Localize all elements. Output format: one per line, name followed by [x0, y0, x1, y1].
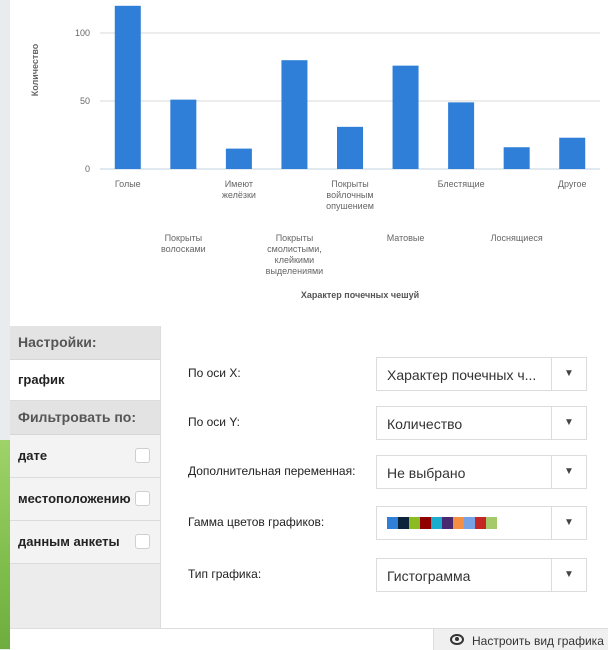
x-axis-row: По оси X: Характер почечных ч... ▼	[188, 357, 608, 391]
y-axis-row: По оси Y: Количество ▼	[188, 406, 608, 440]
bar-3	[281, 60, 308, 170]
x-tick-label-line: волосками	[161, 244, 206, 254]
x-tick-label-line: клейкими	[275, 255, 315, 265]
palette-swatches	[387, 517, 497, 529]
x-tick-label-line: опушением	[326, 201, 374, 211]
x-tick-label-6: Блестящие	[438, 179, 485, 189]
palette-swatch-4	[431, 517, 442, 529]
x-tick-label-line: Имеют	[225, 179, 253, 189]
bar-chart: 050100КоличествоГолыеПокрыты волоскамиИме…	[30, 5, 600, 300]
y-tick-label-100: 100	[75, 28, 90, 38]
bar-6	[448, 102, 475, 169]
settings-header: Настройки:	[10, 326, 160, 360]
filter-item-location[interactable]: местоположению	[10, 478, 160, 521]
settings-panel: Настройки: график Фильтровать по: дате м…	[10, 326, 608, 628]
settings-sidebar: Настройки: график Фильтровать по: дате м…	[10, 326, 161, 628]
chevron-down-icon[interactable]: ▼	[551, 407, 586, 439]
bar-5	[392, 65, 419, 169]
chart-panel: 0 50 100 Количество Голые Покрыты волосками Име…	[10, 0, 608, 326]
chevron-down-icon[interactable]: ▼	[551, 507, 586, 539]
y-tick-label-0: 0	[85, 164, 90, 174]
palette-swatch-0	[387, 517, 398, 529]
x-tick-label-3: Покрыты смолистыми, клейкими выделениями	[266, 233, 324, 276]
filter-date-checkbox[interactable]	[135, 448, 150, 463]
filter-survey-checkbox[interactable]	[135, 534, 150, 549]
eye-icon	[450, 634, 464, 645]
palette-label: Гамма цветов графиков:	[188, 515, 325, 529]
customize-chart-label: Настроить вид графика	[472, 634, 604, 648]
x-tick-label-line: Другое	[558, 179, 587, 189]
x-tick-label-1: Покрыты волосками	[161, 233, 206, 254]
chevron-down-icon[interactable]: ▼	[551, 559, 586, 591]
palette-swatch-9	[486, 517, 497, 529]
filter-header: Фильтровать по:	[10, 401, 160, 435]
filter-label-location: местоположению	[18, 491, 131, 506]
x-tick-label-5: Матовые	[387, 233, 425, 243]
x-axis-select[interactable]: Характер почечных ч... ▼	[376, 357, 587, 391]
x-tick-label-4: Покрыты войлочным опушением	[326, 179, 374, 211]
filter-item-survey[interactable]: данным анкеты	[10, 521, 160, 564]
y-tick-label-50: 50	[80, 96, 90, 106]
palette-swatch-7	[464, 517, 475, 529]
chevron-down-icon[interactable]: ▼	[551, 358, 586, 390]
extra-var-value: Не выбрано	[387, 465, 466, 481]
filter-item-date[interactable]: дате	[10, 435, 160, 478]
footer-bar: Настроить вид графика	[10, 628, 608, 650]
x-tick-label-line: Покрыты	[165, 233, 202, 243]
palette-swatch-1	[398, 517, 409, 529]
chevron-down-icon[interactable]: ▼	[551, 456, 586, 488]
x-axis-label: По оси X:	[188, 366, 241, 380]
bar-2	[225, 148, 252, 169]
palette-swatch-2	[409, 517, 420, 529]
bar-8	[559, 137, 586, 169]
bar-1	[170, 99, 197, 169]
x-axis-title: Характер почечных чешуй	[301, 290, 419, 300]
chart-type-value: Гистограмма	[387, 568, 471, 584]
y-axis-label: По оси Y:	[188, 415, 241, 429]
x-tick-label-line: Матовые	[387, 233, 425, 243]
y-axis-select[interactable]: Количество ▼	[376, 406, 587, 440]
y-axis-value: Количество	[387, 416, 463, 432]
x-tick-label-line: Голые	[115, 179, 141, 189]
x-tick-label-line: Покрыты	[276, 233, 313, 243]
palette-swatch-5	[442, 517, 453, 529]
x-tick-label-8: Другое	[558, 179, 587, 189]
filter-location-checkbox[interactable]	[135, 491, 150, 506]
chart-type-select[interactable]: Гистограмма ▼	[376, 558, 587, 592]
filter-label-date: дате	[18, 448, 48, 463]
x-tick-label-line: смолистыми,	[267, 244, 322, 254]
y-axis-title: Количество	[30, 43, 40, 96]
extra-var-row: Дополнительная переменная: Не выбрано ▼	[188, 455, 608, 489]
sidebar-item-graph[interactable]: график	[10, 360, 160, 401]
filter-label-survey: данным анкеты	[18, 534, 120, 549]
x-tick-label-line: желёзки	[222, 190, 256, 200]
x-tick-label-line: Покрыты	[331, 179, 368, 189]
palette-select[interactable]: ▼	[376, 506, 587, 540]
x-tick-label-line: войлочным	[326, 190, 373, 200]
palette-row: Гамма цветов графиков: ▼	[188, 506, 608, 540]
palette-swatch-6	[453, 517, 464, 529]
x-tick-label-2: Имеют желёзки	[222, 179, 256, 200]
extra-var-select[interactable]: Не выбрано ▼	[376, 455, 587, 489]
x-tick-label-7: Лоснящиеся	[491, 233, 543, 243]
x-tick-label-line: Блестящие	[438, 179, 485, 189]
customize-chart-button[interactable]: Настроить вид графика	[433, 629, 608, 650]
bar-0	[114, 5, 141, 169]
extra-var-label: Дополнительная переменная:	[188, 464, 356, 478]
chart-type-label: Тип графика:	[188, 567, 262, 581]
chart-type-row: Тип графика: Гистограмма ▼	[188, 558, 608, 592]
x-tick-label-0: Голые	[115, 179, 141, 189]
x-axis-value: Характер почечных ч...	[387, 367, 537, 383]
bar-4	[337, 126, 363, 169]
bar-7	[503, 147, 530, 169]
palette-swatch-3	[420, 517, 431, 529]
x-tick-label-line: Лоснящиеся	[491, 233, 543, 243]
palette-swatch-8	[475, 517, 486, 529]
x-tick-label-line: выделениями	[266, 266, 324, 276]
